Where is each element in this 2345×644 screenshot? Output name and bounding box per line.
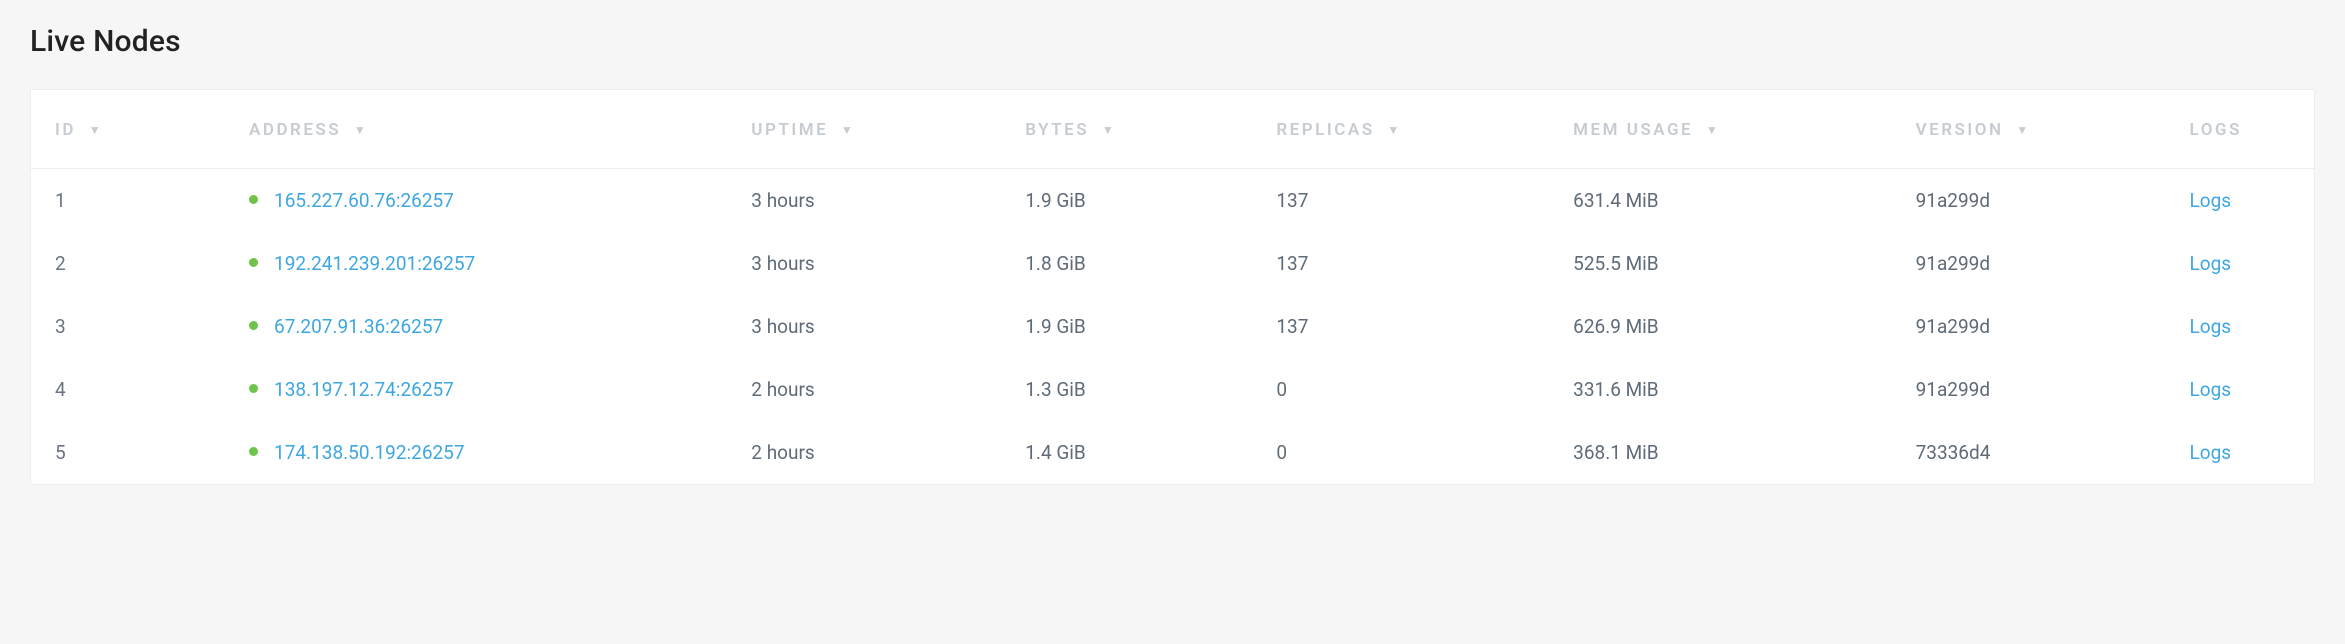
logs-link[interactable]: Logs	[2190, 378, 2232, 401]
cell-mem-usage: 331.6 MiB	[1549, 358, 1891, 421]
cell-address: 165.227.60.76:26257	[225, 169, 727, 233]
cell-id: 4	[31, 358, 225, 421]
status-dot-icon	[249, 384, 258, 393]
logs-link[interactable]: Logs	[2190, 315, 2232, 338]
col-header-label: REPLICAS	[1276, 120, 1374, 140]
col-header-label: VERSION	[1916, 120, 2004, 140]
cell-address: 138.197.12.74:26257	[225, 358, 727, 421]
cell-logs: Logs	[2166, 169, 2314, 233]
col-header-version[interactable]: VERSION ▼	[1892, 90, 2166, 169]
cell-address: 67.207.91.36:26257	[225, 295, 727, 358]
cell-bytes: 1.8 GiB	[1001, 232, 1252, 295]
node-address-link[interactable]: 174.138.50.192:26257	[274, 441, 464, 464]
table-header-row: ID ▼ ADDRESS ▼ UPTIME ▼ BYTES ▼	[31, 90, 2314, 169]
col-header-address[interactable]: ADDRESS ▼	[225, 90, 727, 169]
cell-address: 192.241.239.201:26257	[225, 232, 727, 295]
cell-replicas: 0	[1252, 421, 1549, 484]
cell-uptime: 3 hours	[727, 169, 1001, 233]
cell-uptime: 2 hours	[727, 358, 1001, 421]
cell-bytes: 1.4 GiB	[1001, 421, 1252, 484]
cell-bytes: 1.3 GiB	[1001, 358, 1252, 421]
status-dot-icon	[249, 195, 258, 204]
status-dot-icon	[249, 321, 258, 330]
table-row: 5 174.138.50.192:26257 2 hours1.4 GiB0368.…	[31, 421, 2314, 484]
node-address-link[interactable]: 165.227.60.76:26257	[274, 189, 454, 212]
col-header-id[interactable]: ID ▼	[31, 90, 225, 169]
sort-caret-icon: ▼	[841, 123, 855, 137]
cell-version: 91a299d	[1892, 169, 2166, 233]
col-header-label: BYTES	[1025, 120, 1089, 140]
logs-link[interactable]: Logs	[2190, 441, 2232, 464]
logs-link[interactable]: Logs	[2190, 189, 2232, 212]
cell-id: 1	[31, 169, 225, 233]
sort-caret-icon: ▼	[354, 123, 368, 137]
cell-version: 91a299d	[1892, 232, 2166, 295]
cell-logs: Logs	[2166, 232, 2314, 295]
cell-mem-usage: 631.4 MiB	[1549, 169, 1891, 233]
cell-id: 3	[31, 295, 225, 358]
cell-mem-usage: 525.5 MiB	[1549, 232, 1891, 295]
cell-uptime: 3 hours	[727, 295, 1001, 358]
cell-id: 2	[31, 232, 225, 295]
status-dot-icon	[249, 258, 258, 267]
col-header-mem-usage[interactable]: MEM USAGE ▼	[1549, 90, 1891, 169]
node-address-link[interactable]: 138.197.12.74:26257	[274, 378, 454, 401]
status-dot-icon	[249, 447, 258, 456]
cell-replicas: 137	[1252, 169, 1549, 233]
cell-uptime: 3 hours	[727, 232, 1001, 295]
sort-caret-icon: ▼	[1387, 123, 1401, 137]
cell-logs: Logs	[2166, 295, 2314, 358]
col-header-label: LOGS	[2190, 120, 2242, 140]
cell-version: 73336d4	[1892, 421, 2166, 484]
cell-uptime: 2 hours	[727, 421, 1001, 484]
col-header-label: ADDRESS	[249, 120, 341, 140]
cell-bytes: 1.9 GiB	[1001, 295, 1252, 358]
sort-caret-icon: ▼	[89, 123, 103, 137]
table-row: 3 67.207.91.36:26257 3 hours1.9 GiB137626.…	[31, 295, 2314, 358]
col-header-logs: LOGS	[2166, 90, 2314, 169]
cell-replicas: 137	[1252, 232, 1549, 295]
col-header-uptime[interactable]: UPTIME ▼	[727, 90, 1001, 169]
live-nodes-table: ID ▼ ADDRESS ▼ UPTIME ▼ BYTES ▼	[30, 89, 2315, 485]
col-header-bytes[interactable]: BYTES ▼	[1001, 90, 1252, 169]
table-row: 1 165.227.60.76:26257 3 hours1.9 GiB137631…	[31, 169, 2314, 233]
page-title: Live Nodes	[30, 24, 2315, 59]
sort-caret-icon: ▼	[1102, 123, 1116, 137]
table-row: 4 138.197.12.74:26257 2 hours1.3 GiB0331.6…	[31, 358, 2314, 421]
cell-version: 91a299d	[1892, 358, 2166, 421]
cell-id: 5	[31, 421, 225, 484]
cell-mem-usage: 626.9 MiB	[1549, 295, 1891, 358]
table-row: 2 192.241.239.201:26257 3 hours1.8 GiB1375…	[31, 232, 2314, 295]
cell-replicas: 0	[1252, 358, 1549, 421]
cell-logs: Logs	[2166, 421, 2314, 484]
cell-address: 174.138.50.192:26257	[225, 421, 727, 484]
node-address-link[interactable]: 192.241.239.201:26257	[274, 252, 475, 275]
col-header-label: UPTIME	[751, 120, 828, 140]
cell-version: 91a299d	[1892, 295, 2166, 358]
node-address-link[interactable]: 67.207.91.36:26257	[274, 315, 443, 338]
logs-link[interactable]: Logs	[2190, 252, 2232, 275]
cell-logs: Logs	[2166, 358, 2314, 421]
sort-caret-icon: ▼	[2016, 123, 2030, 137]
cell-replicas: 137	[1252, 295, 1549, 358]
cell-mem-usage: 368.1 MiB	[1549, 421, 1891, 484]
col-header-replicas[interactable]: REPLICAS ▼	[1252, 90, 1549, 169]
sort-caret-icon: ▼	[1706, 123, 1720, 137]
cell-bytes: 1.9 GiB	[1001, 169, 1252, 233]
col-header-label: MEM USAGE	[1573, 120, 1693, 140]
col-header-label: ID	[55, 120, 76, 140]
